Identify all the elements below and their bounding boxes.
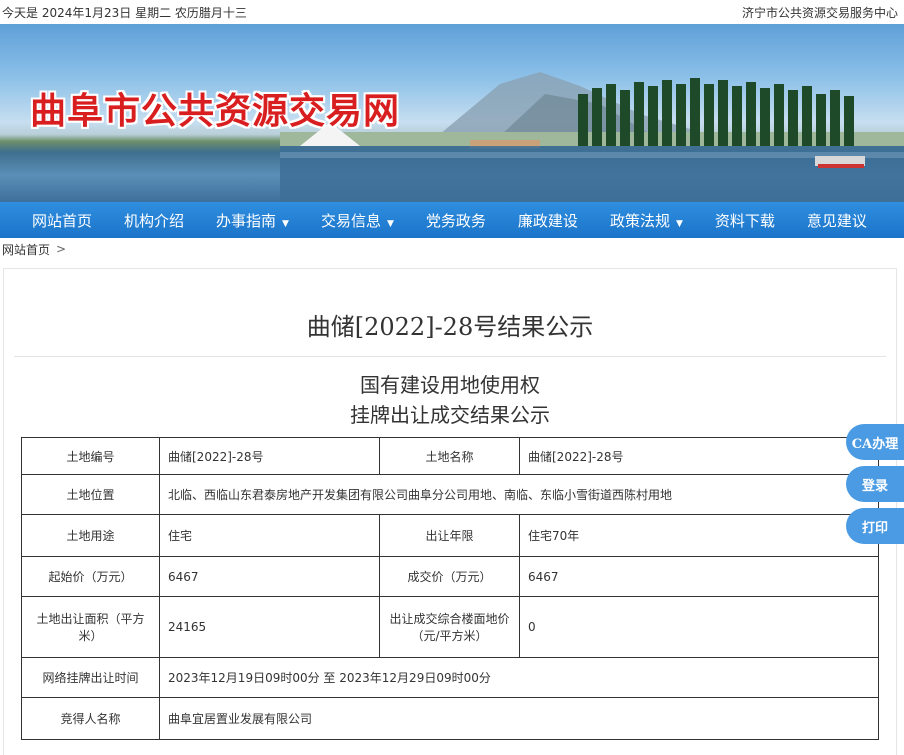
table-row: 土地编号 曲储[2022]-28号 土地名称 曲储[2022]-28号 <box>21 437 879 475</box>
article-panel: 曲储[2022]-28号结果公示 国有建设用地使用权 挂牌出让成交结果公示 土地… <box>3 268 897 755</box>
chevron-down-icon: ▼ <box>386 218 394 229</box>
nav-party[interactable]: 党务政务 <box>410 210 502 231</box>
nav-about[interactable]: 机构介绍 <box>108 210 200 231</box>
cell-label: 土地出让面积（平方米） <box>21 596 160 658</box>
nav-label: 政策法规 <box>609 211 670 230</box>
nav-home[interactable]: 网站首页 <box>16 210 108 231</box>
nav-label: 资料下载 <box>714 211 775 230</box>
cell-value: 北临、西临山东君泰房地产开发集团有限公司曲阜分公司用地、南临、东临小雪街道西陈村… <box>159 474 879 515</box>
nav-feedback[interactable]: 意见建议 <box>791 210 883 231</box>
title-divider <box>14 356 886 357</box>
result-table: 土地编号 曲储[2022]-28号 土地名称 曲储[2022]-28号 土地位置… <box>21 437 879 740</box>
cell-value: 6467 <box>519 556 879 597</box>
login-button[interactable]: 登录 <box>846 466 904 502</box>
nav-trade-info[interactable]: 交易信息 ▼ <box>305 210 410 231</box>
table-row: 竞得人名称 曲阜宜居置业发展有限公司 <box>21 697 879 740</box>
cell-value: 24165 <box>159 596 380 658</box>
chevron-down-icon: ▼ <box>675 218 683 229</box>
floating-side-tabs: CA办理 登录 打印 <box>846 424 904 550</box>
date-text: 今天是 2024年1月23日 星期二 农历腊月十三 <box>2 5 247 20</box>
nav-guide[interactable]: 办事指南 ▼ <box>200 210 305 231</box>
cell-label: 土地编号 <box>21 437 160 475</box>
nav-label: 廉政建设 <box>517 211 578 230</box>
cell-label: 网络挂牌出让时间 <box>21 657 160 698</box>
cell-value: 0 <box>519 596 879 658</box>
cell-value: 曲储[2022]-28号 <box>159 437 380 475</box>
cell-value: 曲阜宜居置业发展有限公司 <box>159 697 879 740</box>
cell-value: 住宅70年 <box>519 514 879 557</box>
cell-label: 成交价（万元） <box>379 556 520 597</box>
breadcrumb-home[interactable]: 网站首页 <box>2 241 50 258</box>
subtitle-line-2: 挂牌出让成交结果公示 <box>350 403 550 427</box>
cell-label: 出让成交综合楼面地价（元/平方米） <box>379 596 520 658</box>
table-row: 起始价（万元） 6467 成交价（万元） 6467 <box>21 556 879 597</box>
cell-label: 出让年限 <box>379 514 520 557</box>
nav-integrity[interactable]: 廉政建设 <box>502 210 594 231</box>
nav-label: 办事指南 <box>216 211 277 230</box>
nav-label: 网站首页 <box>32 211 93 230</box>
table-row: 土地出让面积（平方米） 24165 出让成交综合楼面地价（元/平方米） 0 <box>21 596 879 658</box>
subtitle-line-1: 国有建设用地使用权 <box>360 373 540 397</box>
print-button[interactable]: 打印 <box>846 508 904 544</box>
cell-value: 曲储[2022]-28号 <box>519 437 879 475</box>
main-nav: 网站首页 机构介绍 办事指南 ▼ 交易信息 ▼ 党务政务 廉政建设 政策法规 ▼ 资料… <box>0 202 904 238</box>
table-row: 土地用途 住宅 出让年限 住宅70年 <box>21 514 879 557</box>
nav-label: 党务政务 <box>425 211 486 230</box>
nav-label: 机构介绍 <box>124 211 185 230</box>
chevron-down-icon: ▼ <box>282 218 289 229</box>
nav-downloads[interactable]: 资料下载 <box>699 210 791 231</box>
cell-label: 竞得人名称 <box>21 697 160 740</box>
org-link[interactable]: 济宁市公共资源交易服务中心 <box>742 4 898 21</box>
breadcrumb: 网站首页 > <box>0 238 904 260</box>
nav-label: 意见建议 <box>806 211 867 230</box>
chevron-right-icon: > <box>56 242 67 256</box>
table-row: 网络挂牌出让时间 2023年12月19日09时00分 至 2023年12月29日… <box>21 657 879 698</box>
top-bar: 今天是 2024年1月23日 星期二 农历腊月十三 济宁市公共资源交易服务中心 <box>0 0 904 24</box>
cell-label: 土地位置 <box>21 474 160 515</box>
cell-value: 6467 <box>159 556 380 597</box>
site-title: 曲阜市公共资源交易网 <box>30 91 401 132</box>
nav-label: 交易信息 <box>320 211 381 230</box>
cell-value: 2023年12月19日09时00分 至 2023年12月29日09时00分 <box>159 657 879 698</box>
ca-service-button[interactable]: CA办理 <box>846 424 904 460</box>
cell-label: 土地名称 <box>379 437 520 475</box>
cell-label: 起始价（万元） <box>21 556 160 597</box>
notice-subtitle: 国有建设用地使用权 挂牌出让成交结果公示 <box>4 370 896 430</box>
table-row: 土地位置 北临、西临山东君泰房地产开发集团有限公司曲阜分公司用地、南临、东临小雪… <box>21 474 879 515</box>
page-title: 曲储[2022]-28号结果公示 <box>306 313 594 341</box>
site-banner: 曲阜市公共资源交易网 <box>0 24 904 202</box>
cell-value: 住宅 <box>159 514 380 557</box>
cell-label: 土地用途 <box>21 514 160 557</box>
nav-policy[interactable]: 政策法规 ▼ <box>594 210 699 231</box>
